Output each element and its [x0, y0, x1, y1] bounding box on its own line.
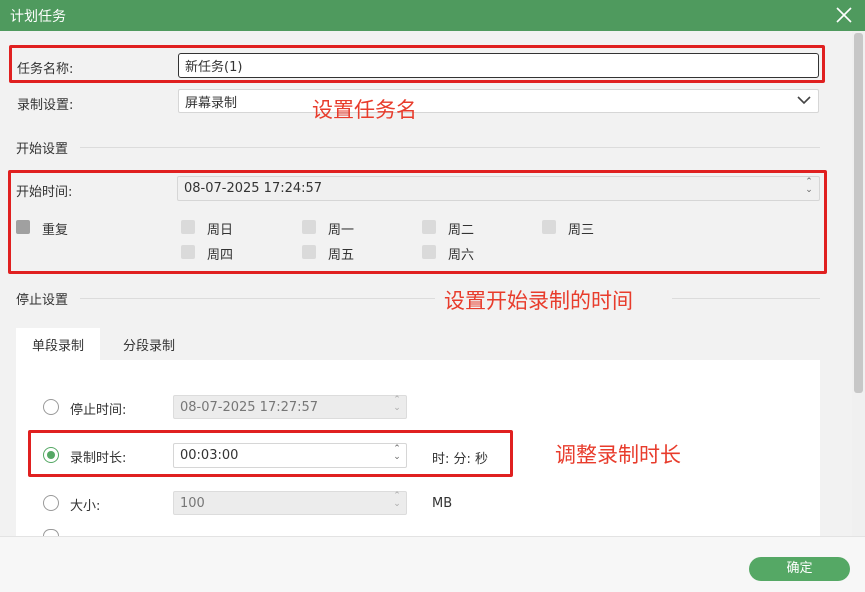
- stop-time-value: 08-07-2025 17:27:57: [180, 399, 319, 415]
- stop-section-divider-right: [672, 298, 820, 299]
- size-unit: MB: [432, 496, 453, 511]
- size-radio[interactable]: [43, 495, 59, 511]
- record-setting-value: 屏幕录制: [185, 95, 238, 111]
- tab-segment-recording[interactable]: 分段录制: [104, 328, 194, 365]
- annotation-set-start-time: 设置开始录制的时间: [444, 289, 633, 313]
- window-title: 计划任务: [10, 9, 66, 25]
- stop-section-divider: [80, 298, 435, 299]
- chevron-down-icon[interactable]: [797, 95, 811, 105]
- close-icon[interactable]: [833, 4, 855, 26]
- spin-down-icon[interactable]: ⌄: [391, 500, 403, 509]
- stop-time-radio[interactable]: [43, 399, 59, 415]
- record-setting-label: 录制设置:: [17, 98, 74, 113]
- stop-section-heading: 停止设置: [16, 293, 69, 308]
- start-settings-highlight-box: [8, 170, 827, 274]
- stop-time-label: 停止时间:: [70, 403, 127, 418]
- size-input[interactable]: 100: [173, 491, 407, 515]
- scrollbar-thumb[interactable]: [854, 33, 863, 393]
- duration-highlight-box: [28, 430, 513, 477]
- stop-time-spinner[interactable]: ⌃ ⌄: [391, 396, 403, 413]
- tab-single-recording[interactable]: 单段录制: [16, 328, 100, 365]
- manual-stop-radio[interactable]: [43, 529, 59, 536]
- record-setting-select[interactable]: 屏幕录制: [178, 89, 819, 113]
- ok-button[interactable]: 确定: [749, 557, 850, 581]
- dialog-footer: [0, 536, 865, 592]
- stop-time-input[interactable]: 08-07-2025 17:27:57: [173, 395, 407, 419]
- start-section-divider: [80, 147, 820, 148]
- size-value: 100: [180, 495, 205, 511]
- annotation-adjust-duration: 调整录制时长: [555, 443, 681, 467]
- size-spinner[interactable]: ⌃ ⌄: [391, 492, 403, 509]
- size-label: 大小:: [70, 499, 101, 514]
- annotation-set-task-name: 设置任务名: [312, 98, 417, 122]
- start-section-heading: 开始设置: [16, 142, 69, 157]
- title-bar: 计划任务: [0, 0, 865, 31]
- task-name-highlight-box: [9, 45, 825, 83]
- spin-down-icon[interactable]: ⌄: [391, 404, 403, 413]
